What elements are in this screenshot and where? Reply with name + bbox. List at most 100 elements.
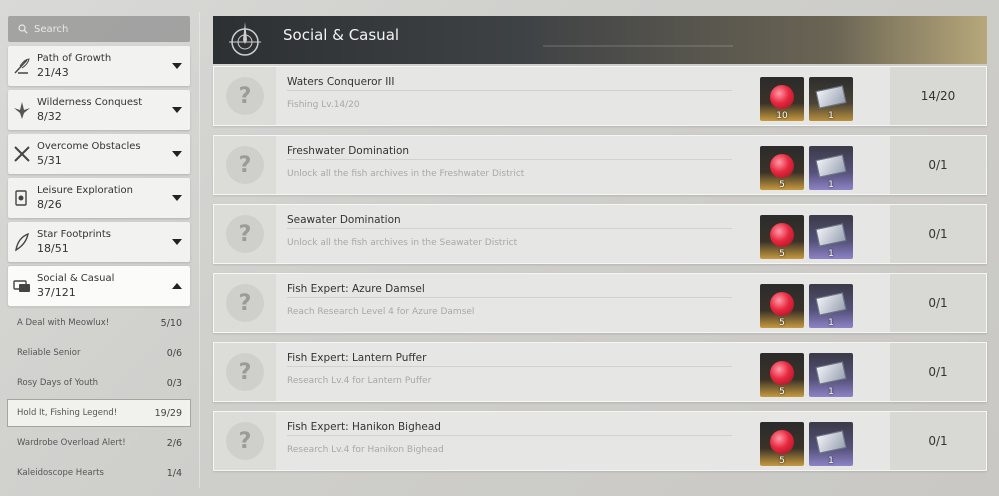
category-count: 5/31 xyxy=(37,154,62,167)
reward-ticket[interactable]: 1 xyxy=(809,422,853,466)
subcategory-item[interactable]: Kaleidoscope Hearts 1/4 xyxy=(8,460,190,486)
achievement-progress: 0/1 xyxy=(890,343,986,401)
achievement-description: Unlock all the fish archives in the Fres… xyxy=(287,169,525,179)
question-mark-icon: ? xyxy=(226,146,264,184)
question-mark-icon: ? xyxy=(226,215,264,253)
ticket-icon xyxy=(815,361,847,385)
divider xyxy=(287,159,732,160)
subcategory-item[interactable]: Wardrobe Overload Alert! 2/6 xyxy=(8,430,190,456)
achievement-row[interactable]: ? Fish Expert: Azure Damsel Reach Resear… xyxy=(213,273,987,333)
subcategory-count: 0/3 xyxy=(166,377,182,389)
divider xyxy=(287,435,732,436)
category-count: 8/32 xyxy=(37,110,62,123)
category-leisure-exploration[interactable]: Leisure Exploration 8/26 xyxy=(8,178,190,218)
question-mark-icon: ? xyxy=(226,422,264,460)
reward-ticket[interactable]: 1 xyxy=(809,77,853,121)
achievement-icon: ? xyxy=(214,274,276,332)
subcategory-item-selected[interactable]: Hold It, Fishing Legend! 19/29 xyxy=(7,399,191,427)
subcategory-name: Wardrobe Overload Alert! xyxy=(17,438,126,448)
chevron-down-icon[interactable] xyxy=(172,63,182,69)
chevron-down-icon[interactable] xyxy=(172,107,182,113)
subcategory-name: A Deal with Meowlux! xyxy=(17,318,110,328)
achievement-description: Research Lv.4 for Lantern Puffer xyxy=(287,376,432,386)
subcategory-name: Rosy Days of Youth xyxy=(17,378,99,388)
achievement-progress: 14/20 xyxy=(890,67,986,125)
achievement-row[interactable]: ? Freshwater Domination Unlock all the f… xyxy=(213,135,987,195)
reward-quantity: 5 xyxy=(779,318,785,328)
page-title: Social & Casual xyxy=(283,26,400,44)
achievement-title: Fish Expert: Hanikon Bighead xyxy=(287,421,441,433)
chevron-down-icon[interactable] xyxy=(172,151,182,157)
reward-ticket[interactable]: 1 xyxy=(809,146,853,190)
reward-quantity: 1 xyxy=(828,249,834,259)
sidebar-divider xyxy=(199,12,200,488)
subcategory-count: 2/6 xyxy=(166,437,182,449)
divider xyxy=(287,228,732,229)
achievement-title: Freshwater Domination xyxy=(287,145,410,157)
achievement-description: Unlock all the fish archives in the Seaw… xyxy=(287,238,518,248)
achievement-progress: 0/1 xyxy=(890,136,986,194)
achievement-row[interactable]: ? Fish Expert: Lantern Puffer Research L… xyxy=(213,342,987,402)
quill-icon xyxy=(11,55,33,77)
reward-ticket[interactable]: 1 xyxy=(809,353,853,397)
chat-icon xyxy=(11,275,33,297)
subcategory-item[interactable]: A Deal with Meowlux! 5/10 xyxy=(8,310,190,336)
achievement-description: Reach Research Level 4 for Azure Damsel xyxy=(287,307,475,317)
reward-quantity: 1 xyxy=(828,111,834,121)
category-path-of-growth[interactable]: Path of Growth 21/43 xyxy=(8,46,190,86)
achievement-row[interactable]: ? Fish Expert: Hanikon Bighead Research … xyxy=(213,411,987,471)
reward-gem[interactable]: 5 xyxy=(760,146,804,190)
reward-quantity: 1 xyxy=(828,387,834,397)
search-input[interactable]: Search xyxy=(8,16,190,42)
compass-emblem-icon xyxy=(229,22,261,56)
subcategory-count: 0/6 xyxy=(166,347,182,359)
category-count: 37/121 xyxy=(37,286,76,299)
achievement-title: Waters Conqueror III xyxy=(287,76,395,88)
red-gem-icon xyxy=(770,361,794,385)
red-gem-icon xyxy=(770,430,794,454)
reward-quantity: 1 xyxy=(828,180,834,190)
category-social-casual[interactable]: Social & Casual 37/121 xyxy=(7,265,191,307)
achievement-icon: ? xyxy=(214,343,276,401)
category-name: Overcome Obstacles xyxy=(37,141,141,152)
achievement-icon: ? xyxy=(214,205,276,263)
category-name: Leisure Exploration xyxy=(37,185,133,196)
achievement-description: Research Lv.4 for Hanikon Bighead xyxy=(287,445,444,455)
ticket-icon xyxy=(815,154,847,178)
subcategory-name: Reliable Senior xyxy=(17,348,81,358)
achievement-icon: ? xyxy=(214,136,276,194)
achievement-row[interactable]: ? Waters Conqueror III Fishing Lv.14/20 … xyxy=(213,66,987,126)
reward-quantity: 1 xyxy=(828,456,834,466)
category-name: Path of Growth xyxy=(37,53,112,64)
achievement-progress: 0/1 xyxy=(890,274,986,332)
reward-gem[interactable]: 5 xyxy=(760,422,804,466)
category-star-footprints[interactable]: Star Footprints 18/51 xyxy=(8,222,190,262)
reward-gem[interactable]: 5 xyxy=(760,284,804,328)
crossed-swords-icon xyxy=(11,143,33,165)
subcategory-name: Hold It, Fishing Legend! xyxy=(17,408,118,418)
achievement-row[interactable]: ? Seawater Domination Unlock all the fis… xyxy=(213,204,987,264)
subcategory-item[interactable]: Rosy Days of Youth 0/3 xyxy=(8,370,190,396)
category-name: Social & Casual xyxy=(37,273,115,284)
category-count: 21/43 xyxy=(37,66,69,79)
question-mark-icon: ? xyxy=(226,284,264,322)
reward-quantity: 5 xyxy=(779,456,785,466)
ticket-icon xyxy=(815,430,847,454)
chevron-down-icon[interactable] xyxy=(172,195,182,201)
reward-ticket[interactable]: 1 xyxy=(809,284,853,328)
subcategory-name: Kaleidoscope Hearts xyxy=(17,468,104,478)
reward-gem[interactable]: 5 xyxy=(760,353,804,397)
reward-quantity: 5 xyxy=(779,387,785,397)
chevron-up-icon[interactable] xyxy=(172,283,182,289)
category-name: Wilderness Conquest xyxy=(37,97,143,108)
achievement-description: Fishing Lv.14/20 xyxy=(287,100,360,110)
chevron-down-icon[interactable] xyxy=(172,239,182,245)
subcategory-item[interactable]: Reliable Senior 0/6 xyxy=(8,340,190,366)
reward-ticket[interactable]: 1 xyxy=(809,215,853,259)
category-wilderness-conquest[interactable]: Wilderness Conquest 8/32 xyxy=(8,90,190,130)
reward-gem[interactable]: 5 xyxy=(760,215,804,259)
category-count: 18/51 xyxy=(37,242,69,255)
reward-gem[interactable]: 10 xyxy=(760,77,804,121)
category-overcome-obstacles[interactable]: Overcome Obstacles 5/31 xyxy=(8,134,190,174)
red-gem-icon xyxy=(770,154,794,178)
